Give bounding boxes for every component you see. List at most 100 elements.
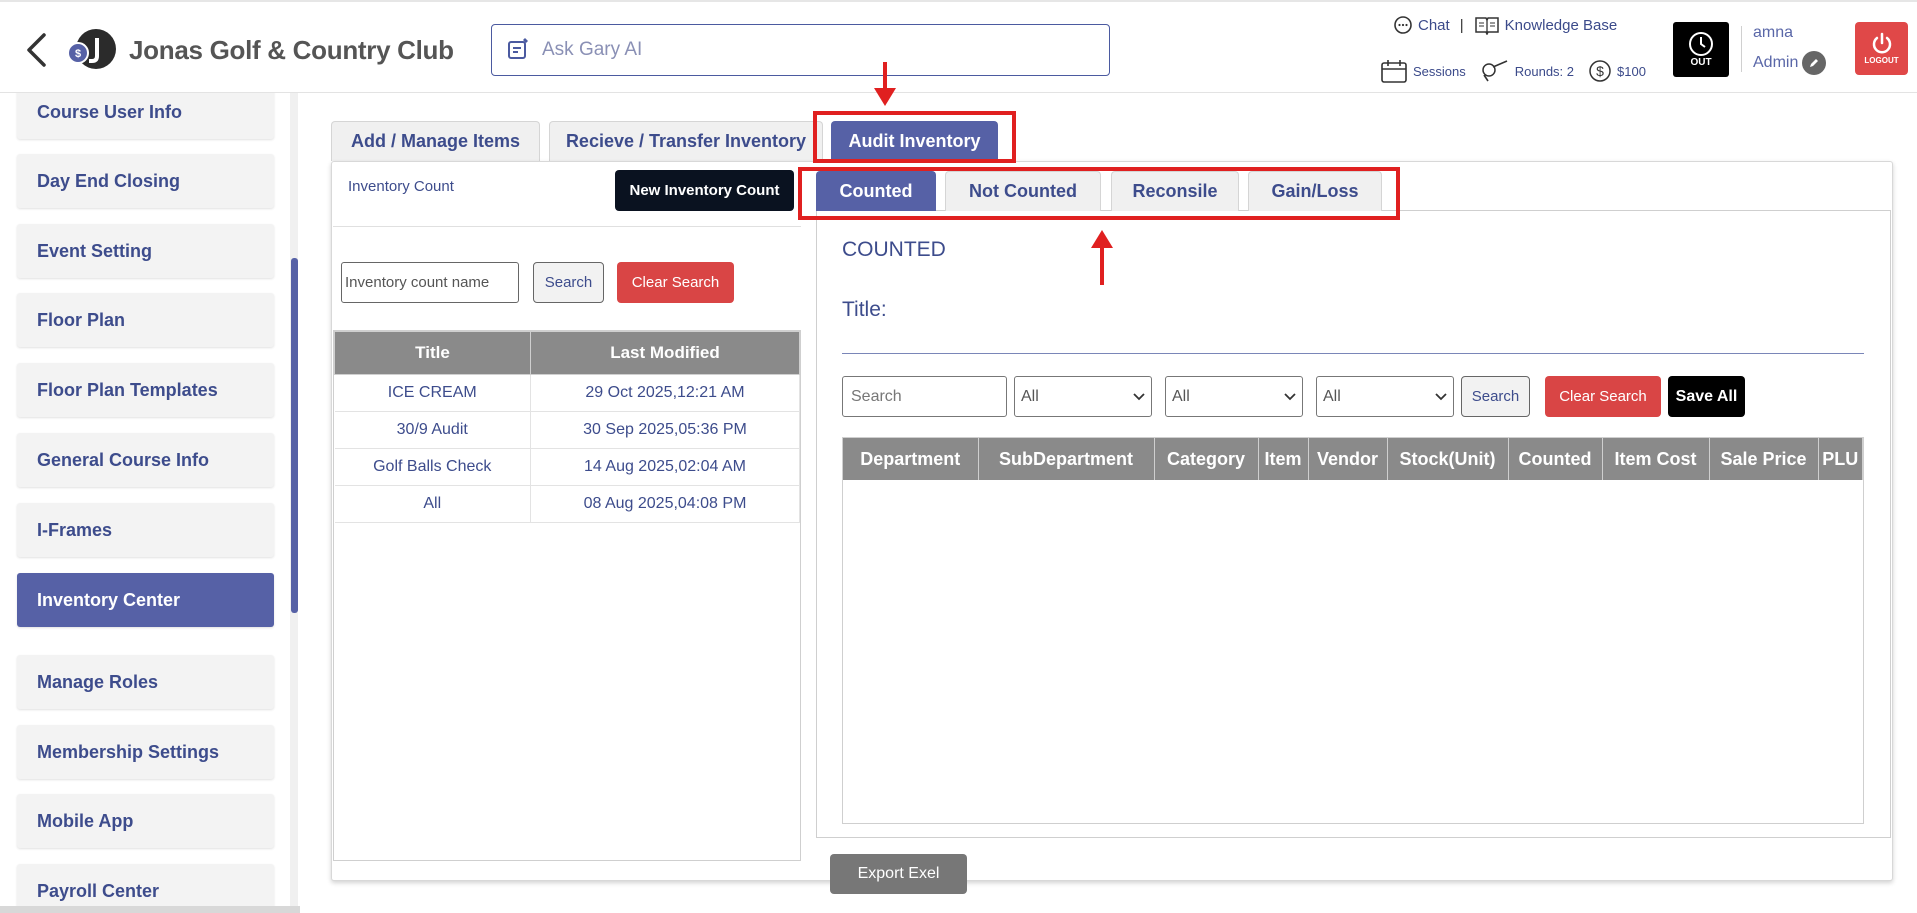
counted-items-table: Department SubDepartment Category Item V… bbox=[842, 437, 1864, 824]
stats-row: Sessions Rounds: 2 $ $100 bbox=[1380, 58, 1646, 84]
golf-club-icon bbox=[1482, 60, 1508, 82]
chevron-down-icon bbox=[1284, 392, 1296, 400]
link-separator: | bbox=[1459, 16, 1464, 34]
item-clear-search-button[interactable]: Clear Search bbox=[1545, 376, 1661, 417]
sidebar-item-floor-plan-templates[interactable]: Floor Plan Templates bbox=[17, 363, 274, 417]
annotation-highlight-subtabs bbox=[798, 167, 1400, 220]
ask-gary-input[interactable] bbox=[542, 39, 1082, 61]
row-last-modified: 14 Aug 2025,02:04 AM bbox=[530, 448, 800, 486]
table-row[interactable]: ICE CREAM 29 Oct 2025,12:21 AM bbox=[334, 374, 800, 412]
column-header-item-cost[interactable]: Item Cost bbox=[1602, 438, 1710, 480]
dollar-coin-icon: $ bbox=[1589, 60, 1611, 82]
inventory-count-label: Inventory Count bbox=[348, 178, 454, 195]
knowledge-base-link[interactable]: Knowledge Base bbox=[1474, 15, 1618, 35]
annotation-arrow-up-icon bbox=[1091, 230, 1113, 285]
row-title[interactable]: All bbox=[334, 485, 531, 523]
row-last-modified: 29 Oct 2025,12:21 AM bbox=[530, 374, 800, 412]
chat-label: Chat bbox=[1418, 16, 1450, 34]
logout-button[interactable]: LOGOUT bbox=[1855, 22, 1908, 75]
chat-icon bbox=[1394, 16, 1412, 34]
power-icon bbox=[1872, 32, 1891, 54]
tab-receive-transfer-inventory[interactable]: Recieve / Transfer Inventory bbox=[549, 121, 823, 161]
sidebar: Course User Info Day End Closing Event S… bbox=[0, 93, 290, 913]
chat-link[interactable]: Chat bbox=[1393, 15, 1450, 35]
save-all-button[interactable]: Save All bbox=[1668, 376, 1745, 417]
sidebar-item-event-setting[interactable]: Event Setting bbox=[17, 224, 274, 278]
row-title[interactable]: ICE CREAM bbox=[334, 374, 531, 412]
column-header-title[interactable]: Title bbox=[334, 331, 531, 375]
table-row[interactable]: All 08 Aug 2025,04:08 PM bbox=[334, 485, 800, 523]
top-links: Chat | Knowledge Base bbox=[1393, 15, 1617, 35]
sidebar-item-floor-plan[interactable]: Floor Plan bbox=[17, 293, 274, 347]
rounds-label: Rounds: 2 bbox=[1514, 63, 1575, 79]
title-underline bbox=[842, 353, 1864, 354]
new-inventory-count-button[interactable]: New Inventory Count bbox=[615, 170, 794, 211]
annotation-arrow-down-icon bbox=[874, 62, 896, 106]
tab-add-manage-items[interactable]: Add / Manage Items bbox=[331, 121, 540, 161]
annotation-highlight-audit-tab bbox=[813, 111, 1016, 163]
item-search-input[interactable] bbox=[842, 376, 1007, 417]
sidebar-item-membership-settings[interactable]: Membership Settings bbox=[17, 725, 274, 779]
ask-gary-box[interactable] bbox=[491, 24, 1110, 76]
department-filter-select[interactable]: All bbox=[1014, 376, 1152, 417]
sidebar-item-general-course-info[interactable]: General Course Info bbox=[17, 433, 274, 487]
counted-heading: COUNTED bbox=[842, 238, 946, 261]
logout-label: LOGOUT bbox=[1864, 56, 1899, 65]
row-last-modified: 30 Sep 2025,05:36 PM bbox=[530, 411, 800, 449]
user-role: Admin bbox=[1753, 54, 1799, 71]
balance-stat[interactable]: $ $100 bbox=[1588, 59, 1646, 83]
row-title[interactable]: 30/9 Audit bbox=[334, 411, 531, 449]
inventory-count-search-input[interactable] bbox=[341, 262, 519, 303]
edit-profile-icon[interactable] bbox=[1802, 51, 1827, 75]
sidebar-item-inventory-center[interactable]: Inventory Center bbox=[17, 573, 274, 627]
inventory-clear-search-button[interactable]: Clear Search bbox=[617, 262, 734, 303]
inventory-count-table: Title Last Modified ICE CREAM 29 Oct 202… bbox=[333, 330, 801, 861]
column-header-last-modified[interactable]: Last Modified bbox=[530, 331, 800, 375]
clock-out-label: OUT bbox=[1690, 57, 1712, 68]
column-header-item[interactable]: Item bbox=[1258, 438, 1309, 480]
sidebar-item-i-frames[interactable]: I-Frames bbox=[17, 503, 274, 557]
left-divider bbox=[333, 226, 801, 227]
row-title[interactable]: Golf Balls Check bbox=[334, 448, 531, 486]
column-header-plu[interactable]: PLU bbox=[1818, 438, 1863, 480]
subdepartment-filter-value: All bbox=[1172, 387, 1190, 405]
sessions-stat[interactable]: Sessions bbox=[1380, 58, 1466, 84]
knowledge-base-label: Knowledge Base bbox=[1504, 16, 1618, 34]
sidebar-item-day-end-closing[interactable]: Day End Closing bbox=[17, 154, 274, 208]
horizontal-scrollbar[interactable] bbox=[0, 906, 300, 913]
logo-badge-text: $ bbox=[75, 48, 81, 60]
club-name: Jonas Golf & Country Club bbox=[129, 35, 454, 65]
export-excel-button[interactable]: Export Exel bbox=[830, 854, 967, 894]
category-filter-value: All bbox=[1323, 387, 1341, 405]
sidebar-scrollbar-thumb[interactable] bbox=[291, 258, 298, 613]
chevron-down-icon bbox=[1435, 392, 1447, 400]
sidebar-item-manage-roles[interactable]: Manage Roles bbox=[17, 655, 274, 709]
calendar-icon bbox=[1381, 60, 1407, 83]
department-filter-value: All bbox=[1021, 387, 1039, 405]
chevron-down-icon bbox=[1133, 392, 1145, 400]
table-row[interactable]: 30/9 Audit 30 Sep 2025,05:36 PM bbox=[334, 411, 800, 449]
dollar-glyph: $ bbox=[1596, 63, 1604, 79]
column-header-counted[interactable]: Counted bbox=[1508, 438, 1603, 480]
column-header-sale-price[interactable]: Sale Price bbox=[1709, 438, 1819, 480]
item-search-button[interactable]: Search bbox=[1461, 376, 1530, 417]
sessions-label: Sessions bbox=[1413, 63, 1466, 79]
column-header-subdepartment[interactable]: SubDepartment bbox=[978, 438, 1155, 480]
clock-out-button[interactable]: OUT bbox=[1673, 22, 1729, 77]
balance-label: $100 bbox=[1617, 63, 1646, 79]
column-header-stock-unit[interactable]: Stock(Unit) bbox=[1387, 438, 1509, 480]
table-row[interactable]: Golf Balls Check 14 Aug 2025,02:04 AM bbox=[334, 448, 800, 486]
column-header-category[interactable]: Category bbox=[1154, 438, 1259, 480]
category-filter-select[interactable]: All bbox=[1316, 376, 1454, 417]
subdepartment-filter-select[interactable]: All bbox=[1165, 376, 1303, 417]
row-last-modified: 08 Aug 2025,04:08 PM bbox=[530, 485, 800, 523]
column-header-department[interactable]: Department bbox=[843, 438, 979, 480]
column-header-vendor[interactable]: Vendor bbox=[1308, 438, 1388, 480]
rounds-stat[interactable]: Rounds: 2 bbox=[1480, 59, 1574, 83]
user-name: amna bbox=[1753, 24, 1794, 41]
sidebar-item-course-user-info[interactable]: Course User Info bbox=[17, 93, 274, 139]
club-logo-icon: $ bbox=[67, 29, 116, 69]
inventory-search-button[interactable]: Search bbox=[533, 262, 604, 303]
sidebar-item-mobile-app[interactable]: Mobile App bbox=[17, 794, 274, 848]
back-arrow-icon[interactable] bbox=[24, 32, 50, 68]
